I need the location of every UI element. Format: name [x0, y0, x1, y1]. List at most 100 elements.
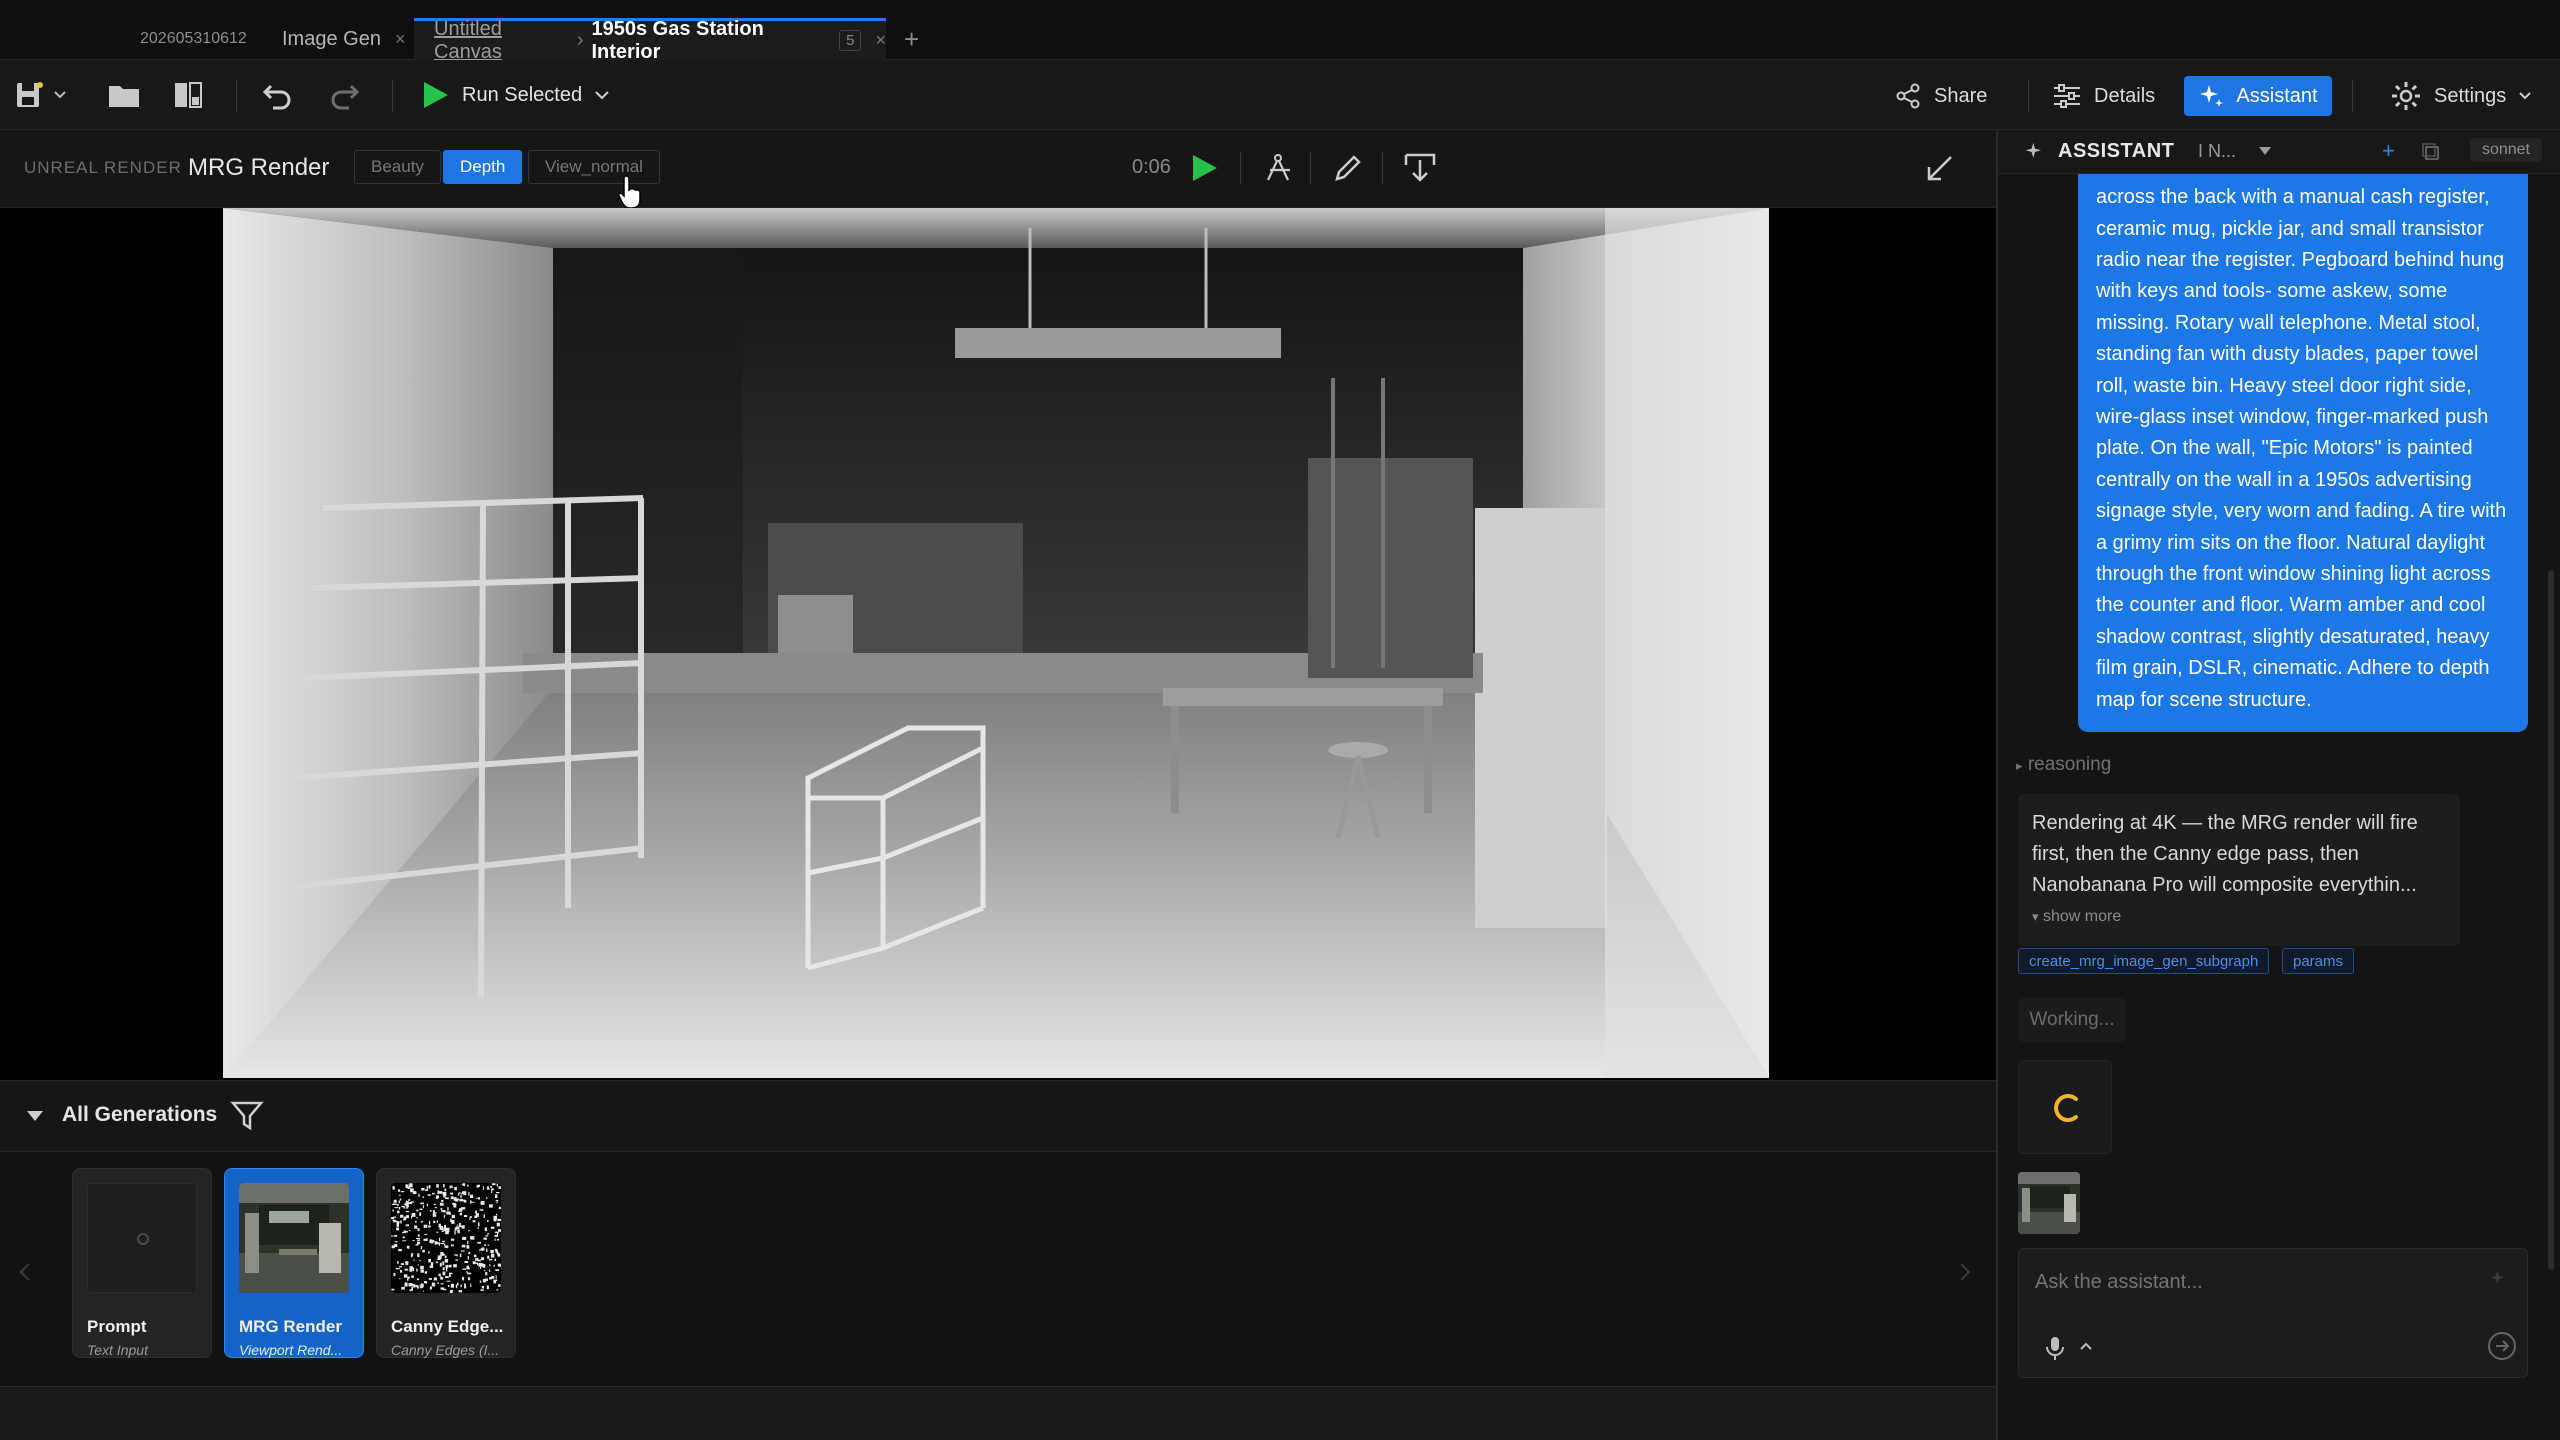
mouse-cursor-icon [618, 175, 641, 209]
pencil-icon [1335, 155, 1361, 181]
sliders-icon [2054, 84, 2080, 108]
share-button[interactable]: Share [1894, 76, 1987, 116]
tab-canvas[interactable]: Untitled Canvas › 1950s Gas Station Inte… [414, 18, 886, 63]
session-selector[interactable]: I N... [2198, 141, 2236, 162]
chevron-down-icon [54, 91, 66, 99]
sparkle-icon[interactable] [2489, 1269, 2509, 1289]
assistant-header: ASSISTANT I N... + sonnet [1998, 130, 2560, 174]
tab-image-gen[interactable]: Image Gen × [282, 18, 405, 60]
send-icon[interactable] [2487, 1331, 2517, 1361]
collapse-triangle-icon[interactable] [26, 1109, 44, 1123]
generation-card-prompt[interactable]: Prompt Text Input [72, 1168, 212, 1358]
open-folder-button[interactable] [106, 77, 142, 113]
render-thumbnail-image [239, 1183, 349, 1293]
pass-tab-label: Depth [460, 157, 506, 176]
render-node-header: UNREAL RENDER MRG Render Beauty Depth Vi… [0, 130, 1996, 209]
pass-tab-beauty[interactable]: Beauty [354, 150, 441, 184]
sparkle-icon [2025, 142, 2041, 158]
save-icon [17, 82, 43, 107]
show-more-toggle[interactable]: ▾ show more [2032, 908, 2121, 926]
generation-card-canny-edges[interactable]: Canny Edge... Canny Edges (I... [376, 1168, 516, 1358]
microphone-icon[interactable] [2045, 1335, 2065, 1361]
pass-tab-depth[interactable]: Depth [443, 150, 523, 184]
render-elapsed-time: 0:06 [1132, 156, 1171, 178]
generation-card-mrg-render[interactable]: MRG Render Viewport Rend... [224, 1168, 364, 1358]
generations-panel: Prompt Text Input MRG Render Viewport Re… [0, 1152, 1996, 1386]
tool-chip[interactable]: params [2282, 948, 2355, 974]
save-menu-button[interactable] [50, 77, 70, 113]
details-button[interactable]: Details [2052, 76, 2155, 116]
depth-map-image [223, 208, 1769, 1078]
settings-button[interactable]: Settings [2390, 76, 2532, 116]
caret-down-icon: ▾ [2032, 909, 2039, 924]
generation-name: Canny Edge... [391, 1317, 504, 1336]
play-icon [1193, 155, 1217, 181]
assistant-reply-text: Rendering at 4K — the MRG render will fi… [2032, 812, 2418, 896]
redo-button[interactable] [326, 77, 362, 113]
assistant-reply: Rendering at 4K — the MRG render will fi… [2018, 794, 2460, 946]
reasoning-toggle[interactable]: ▸ reasoning [2016, 754, 2111, 776]
canny-edges-image [391, 1183, 501, 1293]
tab-count-badge: 5 [839, 30, 862, 51]
assistant-button[interactable]: Assistant [2184, 76, 2332, 116]
run-render-button[interactable] [1184, 148, 1224, 188]
download-button[interactable] [1400, 148, 1440, 188]
render-viewport[interactable] [0, 208, 1996, 1080]
tab-image-gen-label: Image Gen [282, 27, 381, 50]
download-icon [1404, 153, 1436, 182]
library-button[interactable] [170, 77, 206, 113]
copy-icon[interactable] [2422, 143, 2440, 161]
filter-icon[interactable] [230, 1099, 264, 1133]
folder-icon [109, 86, 139, 107]
caret-down-icon[interactable] [2258, 146, 2272, 156]
add-tab-button[interactable]: + [904, 18, 919, 60]
assistant-panel: ASSISTANT I N... + sonnet across the bac… [1996, 130, 2560, 1440]
compass-icon [1267, 154, 1290, 181]
run-selected-button[interactable]: Run Selected [420, 76, 610, 114]
chevron-up-icon[interactable] [2079, 1341, 2093, 1351]
scroll-left-icon[interactable] [18, 1262, 32, 1282]
tool-chip-label: params [2293, 952, 2344, 970]
tab-date[interactable]: 202605310612 [140, 18, 247, 60]
undo-button[interactable] [260, 77, 296, 113]
close-icon[interactable]: × [395, 29, 406, 50]
attached-image-thumbnail[interactable] [2018, 1172, 2080, 1234]
mrg-render-thumbnail [239, 1183, 349, 1293]
redo-icon [331, 84, 360, 110]
close-icon[interactable]: × [875, 30, 886, 51]
loading-indicator [2018, 1060, 2112, 1154]
tab-bar: 202605310612 Image Gen × Untitled Canvas… [0, 0, 2560, 63]
share-icon [1896, 83, 1920, 109]
model-badge[interactable]: sonnet [2469, 138, 2542, 162]
scroll-right-icon[interactable] [1958, 1262, 1972, 1282]
compass-tool-button[interactable] [1258, 148, 1298, 188]
assistant-input[interactable] [2035, 1267, 2475, 1297]
toolbar: Run Selected Share Details Assistant Set… [0, 60, 2560, 130]
render-title: MRG Render [188, 154, 330, 181]
play-icon [424, 82, 448, 108]
settings-label: Settings [2434, 84, 2507, 107]
plus-icon: + [904, 23, 920, 54]
new-chat-button[interactable]: + [2382, 138, 2395, 164]
caret-right-icon: ▸ [2016, 758, 2023, 773]
chat-scrollbar[interactable] [2548, 570, 2554, 1270]
chevron-down-icon[interactable] [594, 90, 610, 100]
undo-icon [262, 84, 291, 110]
user-message-bubble: across the back with a manual cash regis… [2078, 174, 2528, 732]
show-more-label: show more [2042, 908, 2122, 925]
generation-type: Text Input [87, 1342, 148, 1358]
expand-button[interactable] [1920, 148, 1960, 188]
edit-button[interactable] [1328, 148, 1368, 188]
tool-chip-label: create_mrg_image_gen_subgraph [2029, 952, 2259, 970]
text-node-icon [137, 1233, 149, 1245]
spinner-icon [2054, 1094, 2078, 1122]
working-status: Working... [2018, 998, 2126, 1042]
sparkle-icon [2200, 85, 2224, 107]
generations-header: All Generations [0, 1080, 1996, 1152]
prompt-thumbnail [87, 1183, 197, 1293]
assistant-label: Assistant [2236, 84, 2318, 107]
save-button[interactable] [12, 77, 48, 113]
tool-chip[interactable]: create_mrg_image_gen_subgraph [2018, 948, 2270, 974]
canvas-breadcrumb[interactable]: Untitled Canvas [434, 18, 569, 64]
chat-input-box [2018, 1248, 2528, 1378]
